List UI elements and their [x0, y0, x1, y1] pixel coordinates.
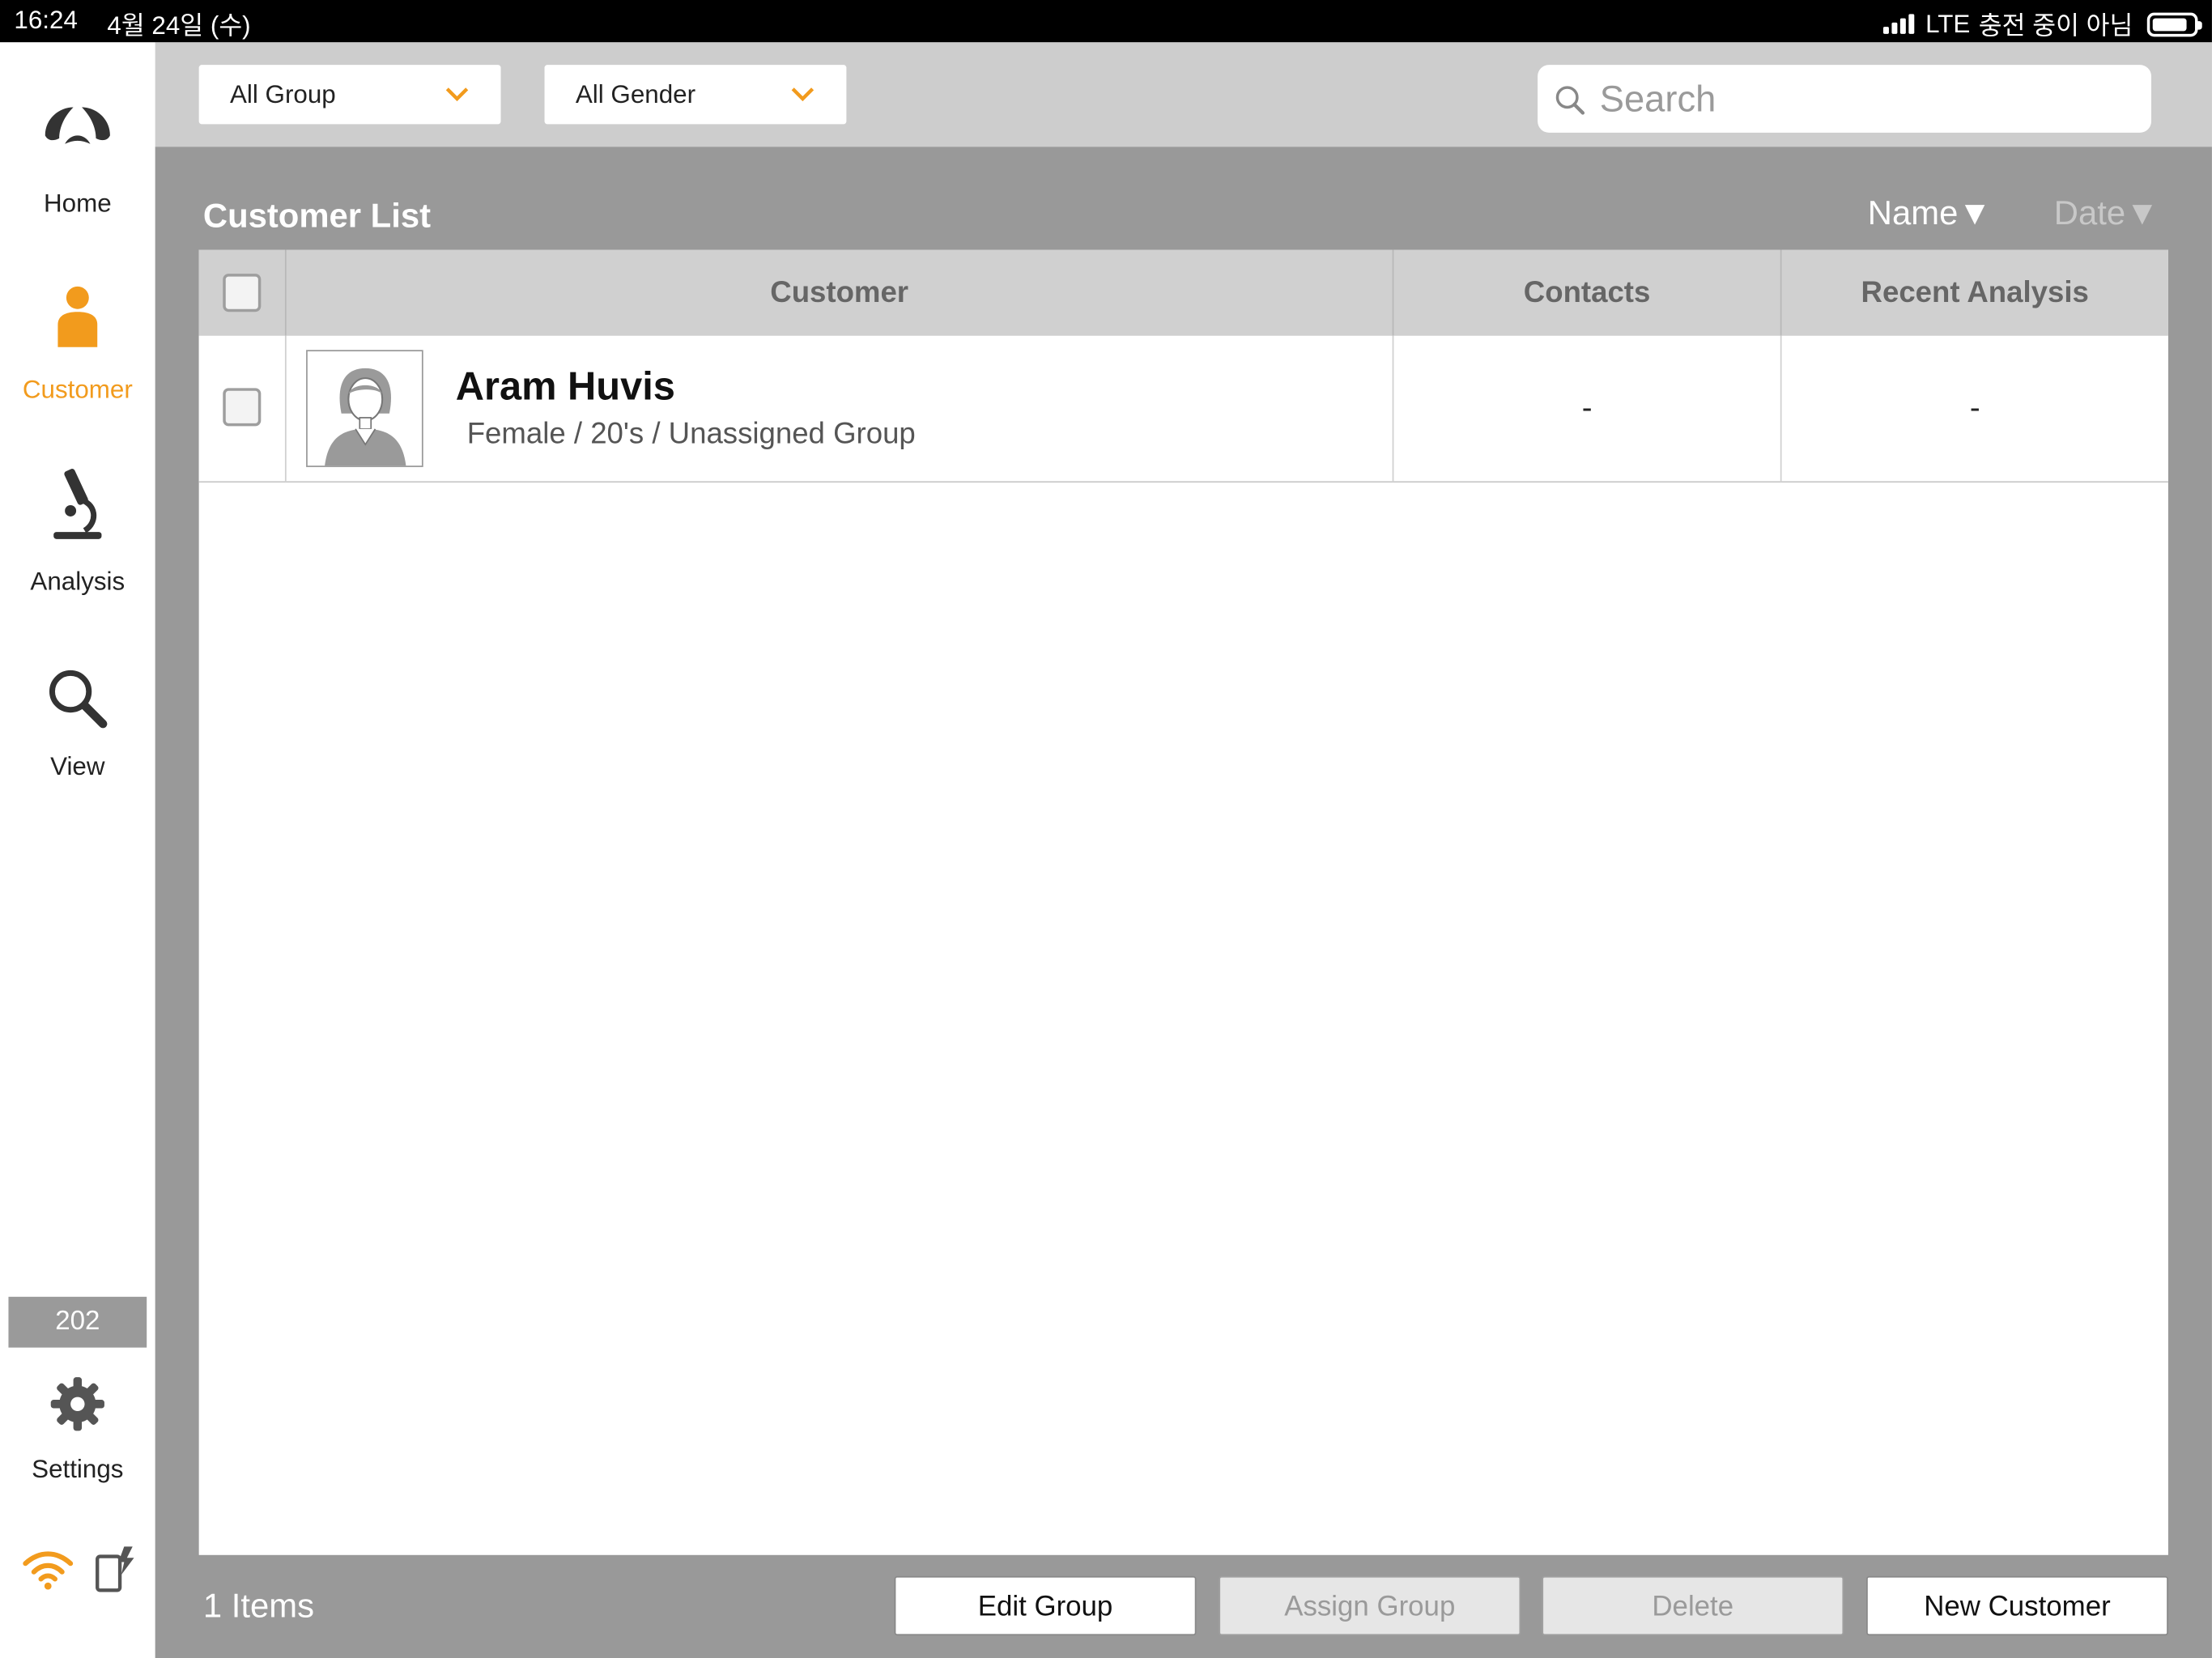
- gear-icon: [50, 1377, 104, 1431]
- search-box[interactable]: [1538, 65, 2152, 133]
- microscope-icon: [53, 468, 102, 539]
- status-right: LTE 충전 중이 아님: [1882, 6, 2202, 42]
- assign-group-button[interactable]: Assign Group: [1219, 1575, 1521, 1636]
- customer-name: Aram Huvis: [455, 363, 675, 408]
- customer-table: Customer Contacts Recent Analysis Aram H…: [198, 249, 2168, 1555]
- sidebar-item-settings[interactable]: Settings: [0, 1375, 155, 1484]
- list-title: Customer List: [202, 198, 432, 236]
- device-icon[interactable]: [93, 1544, 138, 1595]
- chevron-down-icon: [791, 87, 815, 102]
- sidebar-item-label: Home: [43, 189, 112, 218]
- home-logo-icon: [45, 107, 110, 144]
- gender-filter-dropdown[interactable]: All Gender: [544, 65, 847, 125]
- sidebar-item-view[interactable]: View: [0, 667, 155, 781]
- delete-button[interactable]: Delete: [1542, 1575, 1844, 1636]
- customer-list-panel: Customer List Name▼ Date▼ Customer Conta…: [155, 147, 2212, 1658]
- charging-label: 충전 중이 아님: [1978, 11, 2133, 40]
- gender-filter-value: All Gender: [575, 80, 696, 109]
- column-header-contacts[interactable]: Contacts: [1393, 250, 1780, 336]
- sidebar-item-home[interactable]: Home: [0, 101, 155, 219]
- customer-recent-analysis: -: [1969, 389, 1980, 425]
- app-window: 16:24 4월 24일 (수) LTE 충전 중이 아님 Home Custo…: [0, 0, 2212, 1658]
- table-header: Customer Contacts Recent Analysis: [198, 249, 2168, 336]
- column-header-customer[interactable]: Customer: [287, 250, 1393, 336]
- network-label: LTE: [1925, 9, 1971, 38]
- customer-info: Female / 20's / Unassigned Group: [466, 417, 916, 451]
- search-icon: [1555, 86, 1585, 115]
- column-header-recent-analysis[interactable]: Recent Analysis: [1782, 250, 2168, 336]
- magnifier-icon: [49, 670, 108, 729]
- sidebar: Home Customer Analysis View 202 Settings: [0, 42, 155, 1658]
- battery-icon: [2146, 11, 2202, 36]
- edit-group-button[interactable]: Edit Group: [894, 1575, 1197, 1636]
- search-input[interactable]: [1599, 73, 2122, 125]
- person-icon: [57, 286, 98, 347]
- items-count: 1 Items: [202, 1587, 315, 1626]
- sidebar-item-analysis[interactable]: Analysis: [0, 466, 155, 597]
- select-all-checkbox[interactable]: [223, 274, 262, 312]
- female-avatar-icon: [325, 368, 406, 466]
- status-bar: 16:24 4월 24일 (수) LTE 충전 중이 아님: [0, 0, 2212, 43]
- sidebar-item-label: View: [50, 752, 105, 780]
- sort-by-date-button[interactable]: Date▼: [2054, 195, 2159, 235]
- customer-contacts: -: [1581, 389, 1593, 425]
- new-customer-button[interactable]: New Customer: [1866, 1575, 2168, 1636]
- status-date: 4월 24일 (수): [107, 11, 251, 40]
- table-row[interactable]: Aram Huvis Female / 20's / Unassigned Gr…: [198, 335, 2168, 483]
- group-filter-dropdown[interactable]: All Group: [198, 65, 501, 125]
- sidebar-item-customer[interactable]: Customer: [0, 285, 155, 405]
- sort-by-name-button[interactable]: Name▼: [1868, 195, 1992, 235]
- signal-icon: [1882, 14, 1915, 34]
- status-time: 16:24: [14, 5, 78, 34]
- chevron-down-icon: [445, 87, 469, 102]
- sidebar-item-label: Analysis: [30, 567, 125, 596]
- filter-toolbar: All Group All Gender: [155, 42, 2212, 147]
- row-checkbox[interactable]: [223, 388, 262, 427]
- group-filter-value: All Group: [229, 80, 336, 109]
- settings-label: Settings: [32, 1455, 124, 1483]
- sidebar-item-label: Customer: [22, 375, 133, 404]
- sidebar-counter: 202: [8, 1296, 147, 1348]
- column-divider: [284, 335, 287, 483]
- avatar: [306, 350, 423, 467]
- wifi-icon[interactable]: [23, 1550, 74, 1592]
